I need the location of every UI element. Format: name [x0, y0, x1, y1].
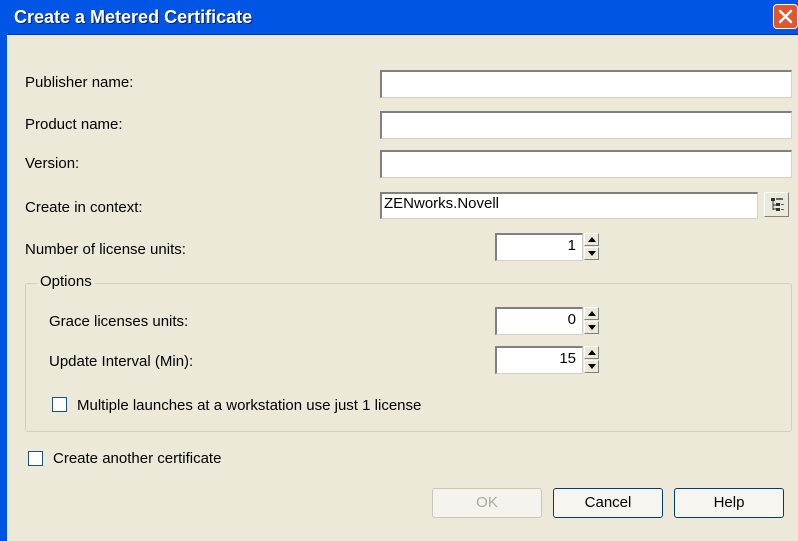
help-button[interactable]: Help: [674, 488, 784, 518]
browse-context-button[interactable]: [764, 192, 789, 217]
arrow-up-icon: [588, 350, 596, 355]
create-another-checkbox[interactable]: [28, 451, 43, 466]
create-metered-certificate-dialog: Create a Metered Certificate Publisher n…: [0, 0, 798, 541]
version-input[interactable]: [380, 150, 792, 178]
update-interval-spinner: [584, 346, 599, 374]
grace-units-label: Grace licenses units:: [49, 313, 189, 330]
publisher-name-label: Publisher name:: [25, 74, 134, 91]
multiple-launches-checkbox[interactable]: [52, 397, 67, 412]
publisher-name-input[interactable]: [380, 70, 792, 98]
license-units-down-button[interactable]: [584, 247, 599, 260]
update-interval-down-button[interactable]: [584, 360, 599, 373]
title-bar[interactable]: Create a Metered Certificate: [0, 0, 798, 35]
update-interval-label: Update Interval (Min):: [49, 353, 194, 370]
grace-units-down-button[interactable]: [584, 321, 599, 334]
arrow-down-icon: [588, 325, 596, 330]
grace-units-up-button[interactable]: [584, 307, 599, 320]
arrow-up-icon: [588, 237, 596, 242]
update-interval-up-button[interactable]: [584, 346, 599, 359]
product-name-input[interactable]: [380, 111, 792, 139]
product-name-label: Product name:: [25, 116, 123, 133]
tree-browse-icon: [771, 198, 784, 211]
dialog-title: Create a Metered Certificate: [14, 7, 253, 27]
arrow-down-icon: [588, 251, 596, 256]
grace-units-input[interactable]: 0: [495, 307, 583, 335]
close-button[interactable]: [773, 4, 798, 29]
license-units-input[interactable]: 1: [495, 233, 583, 261]
arrow-up-icon: [588, 311, 596, 316]
close-icon: [778, 9, 793, 24]
cancel-button[interactable]: Cancel: [553, 488, 663, 518]
multiple-launches-label[interactable]: Multiple launches at a workstation use j…: [77, 397, 421, 415]
license-units-spinner: [584, 233, 599, 261]
ok-button[interactable]: OK: [432, 488, 542, 518]
version-label: Version:: [25, 155, 80, 172]
context-input[interactable]: ZENworks.Novell: [380, 192, 758, 219]
update-interval-input[interactable]: 15: [495, 346, 583, 374]
create-another-label[interactable]: Create another certificate: [53, 450, 221, 468]
license-units-up-button[interactable]: [584, 233, 599, 246]
create-in-context-label: Create in context:: [25, 199, 143, 216]
license-units-label: Number of license units:: [25, 241, 186, 258]
options-legend: Options: [37, 273, 95, 291]
window-frame-edge: [0, 34, 7, 541]
grace-units-spinner: [584, 307, 599, 335]
arrow-down-icon: [588, 364, 596, 369]
